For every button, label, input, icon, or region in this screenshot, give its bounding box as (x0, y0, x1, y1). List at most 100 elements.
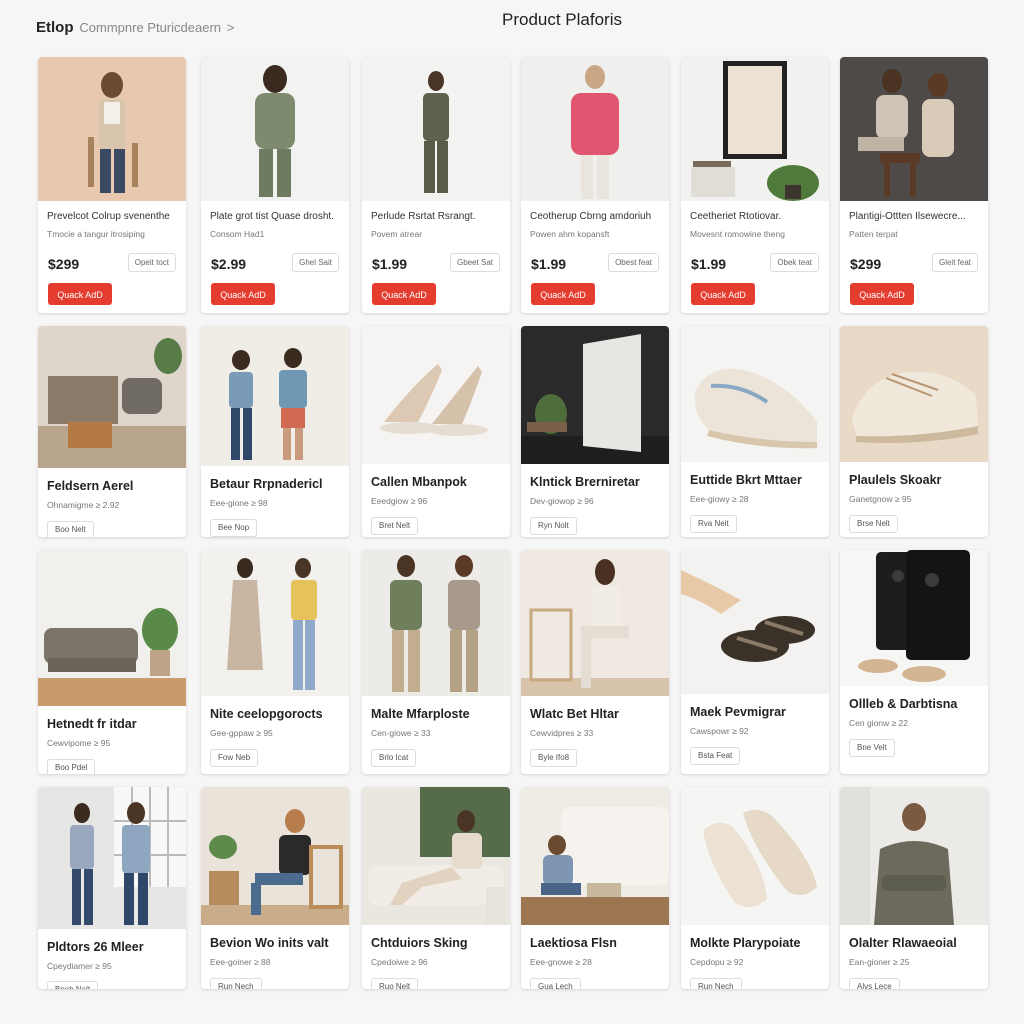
product-card[interactable]: Klntick Brerniretar Dev-giowop ≥ 96 Ryn … (521, 326, 669, 537)
product-image[interactable] (521, 787, 669, 925)
product-title[interactable]: Plantigi-Ottten Ilsewecre... (849, 211, 981, 222)
quick-add-button[interactable]: Quack AdD (48, 283, 112, 305)
product-title[interactable]: Bevion Wo inits valt (210, 936, 342, 950)
details-button[interactable]: Gleit feat (931, 253, 978, 272)
product-image[interactable] (521, 550, 669, 696)
view-button[interactable]: Gua Lech (530, 978, 581, 989)
product-title[interactable]: Maek Pevmigrar (690, 705, 822, 719)
view-button[interactable]: Run Nech (210, 978, 262, 989)
quick-add-button[interactable]: Quack AdD (372, 283, 436, 305)
product-card[interactable]: Perlude Rsrtat Rsrangt. Povem atrear $1.… (362, 57, 510, 313)
product-card[interactable]: Chtduiors Sking Cpedoiwe ≥ 96 Ruo Nelt (362, 787, 510, 989)
view-button[interactable]: Ruo Nelt (371, 978, 419, 989)
product-title[interactable]: Callen Mbanpok (371, 475, 503, 489)
product-image[interactable] (681, 787, 829, 925)
product-image[interactable] (201, 326, 349, 466)
view-button[interactable]: Fow Neb (210, 749, 259, 767)
view-button[interactable]: Bsta Feat (690, 747, 741, 765)
details-button[interactable]: Ghel Sait (292, 253, 339, 272)
details-button[interactable]: Obek teat (770, 253, 819, 272)
view-button[interactable]: Ryn Nolt (530, 517, 577, 535)
quick-add-button[interactable]: Quack AdD (211, 283, 275, 305)
product-image[interactable] (38, 326, 186, 468)
product-card[interactable]: Molkte Plarypoiate Cepdopu ≥ 92 Run Nech (681, 787, 829, 989)
quick-add-button[interactable]: Quack AdD (531, 283, 595, 305)
product-card[interactable]: Ceetheriet Rtotiovar. Movesnt romowine t… (681, 57, 829, 313)
view-button[interactable]: Run Nech (690, 978, 742, 989)
product-image[interactable] (681, 550, 829, 694)
product-title[interactable]: Euttide Bkrt Mttaer (690, 473, 822, 487)
product-card[interactable]: Plate grot tist Quase drosht. Consom Had… (201, 57, 349, 313)
product-title[interactable]: Pldtors 26 Mleer (47, 940, 179, 954)
product-card[interactable]: Ceotherup Cbrng amdoriuh Powen ahm kopan… (521, 57, 669, 313)
product-card[interactable]: Ollleb & Darbtisna Cen gionw ≥ 22 Bne Ve… (840, 550, 988, 774)
view-button[interactable]: Boo Nelt (47, 521, 94, 537)
product-title[interactable]: Feldsern Aerel (47, 479, 179, 493)
product-title[interactable]: Klntick Brerniretar (530, 475, 662, 489)
product-card[interactable]: Bevion Wo inits valt Eee-goiner ≥ 88 Run… (201, 787, 349, 989)
details-button[interactable]: Obest feat (608, 253, 659, 272)
product-card[interactable]: Olalter Rlawaeoial Ean-gioner ≥ 25 Alvs … (840, 787, 988, 989)
product-card[interactable]: Malte Mfarploste Cen-giowe ≥ 33 Brlo Ica… (362, 550, 510, 774)
product-image[interactable] (681, 326, 829, 462)
product-title[interactable]: Hetnedt fr itdar (47, 717, 179, 731)
quick-add-button[interactable]: Quack AdD (691, 283, 755, 305)
product-title[interactable]: Betaur Rrpnadericl (210, 477, 342, 491)
product-image[interactable] (38, 787, 186, 929)
product-title[interactable]: Malte Mfarploste (371, 707, 503, 721)
product-title[interactable]: Wlatc Bet Hltar (530, 707, 662, 721)
view-button[interactable]: Rva Neit (690, 515, 737, 533)
details-button[interactable]: Gbeet Sat (449, 253, 500, 272)
view-button[interactable]: Bee Nop (210, 519, 258, 537)
product-image[interactable] (201, 787, 349, 925)
product-title[interactable]: Chtduiors Sking (371, 936, 503, 950)
view-button[interactable]: Boo Pdel (47, 759, 96, 774)
product-title[interactable]: Prevelcot Colrup svenenthe (47, 211, 179, 222)
product-image[interactable] (362, 550, 510, 696)
product-image[interactable] (362, 57, 510, 201)
product-image[interactable] (840, 326, 988, 462)
product-image[interactable] (840, 550, 988, 686)
product-title[interactable]: Olalter Rlawaeoial (849, 936, 981, 950)
view-button[interactable]: Bnob Nelt (47, 981, 99, 989)
quick-add-button[interactable]: Quack AdD (850, 283, 914, 305)
view-button[interactable]: Alvs Lece (849, 978, 900, 989)
view-button[interactable]: Bret Nelt (371, 517, 419, 535)
product-image[interactable] (362, 326, 510, 464)
product-card[interactable]: Euttide Bkrt Mttaer Eee-giowy ≥ 28 Rva N… (681, 326, 829, 537)
view-button[interactable]: Brse Nelt (849, 515, 898, 533)
product-card[interactable]: Plaulels Skoakr Ganetgnow ≥ 95 Brse Nelt (840, 326, 988, 537)
product-image[interactable] (521, 57, 669, 201)
product-card[interactable]: Callen Mbanpok Eeedgiow ≥ 96 Bret Nelt (362, 326, 510, 537)
product-card[interactable]: Maek Pevmigrar Cawspowr ≥ 92 Bsta Feat (681, 550, 829, 774)
product-title[interactable]: Ceetheriet Rtotiovar. (690, 211, 822, 222)
product-card[interactable]: Laektiosa Flsn Eee-gnowe ≥ 28 Gua Lech (521, 787, 669, 989)
product-image[interactable] (38, 550, 186, 706)
product-card[interactable]: Feldsern Aerel Ohnamigme ≥ 2.92 Boo Nelt (38, 326, 186, 537)
view-button[interactable]: Byle Ifo8 (530, 749, 578, 767)
product-title[interactable]: Ceotherup Cbrng amdoriuh (530, 211, 662, 222)
product-image[interactable] (681, 57, 829, 201)
product-title[interactable]: Laektiosa Flsn (530, 936, 662, 950)
product-image[interactable] (840, 787, 988, 925)
product-image[interactable] (521, 326, 669, 464)
product-title[interactable]: Ollleb & Darbtisna (849, 697, 981, 711)
product-image[interactable] (38, 57, 186, 201)
product-title[interactable]: Plaulels Skoakr (849, 473, 981, 487)
product-title[interactable]: Molkte Plarypoiate (690, 936, 822, 950)
product-card[interactable]: Plantigi-Ottten Ilsewecre... Patten terp… (840, 57, 988, 313)
view-button[interactable]: Bne Velt (849, 739, 895, 757)
product-card[interactable]: Prevelcot Colrup svenenthe Tmocie a tang… (38, 57, 186, 313)
details-button[interactable]: Opeit toct (127, 253, 176, 272)
product-title[interactable]: Perlude Rsrtat Rsrangt. (371, 211, 503, 222)
product-image[interactable] (362, 787, 510, 925)
product-image[interactable] (201, 57, 349, 201)
view-button[interactable]: Brlo Icat (371, 749, 417, 767)
product-card[interactable]: Pldtors 26 Mleer Cpeydiamer ≥ 95 Bnob Ne… (38, 787, 186, 989)
product-title[interactable]: Nite ceelopgorocts (210, 707, 342, 721)
product-title[interactable]: Plate grot tist Quase drosht. (210, 211, 342, 222)
product-image[interactable] (840, 57, 988, 201)
product-card[interactable]: Betaur Rrpnadericl Eee-gione ≥ 98 Bee No… (201, 326, 349, 537)
product-image[interactable] (201, 550, 349, 696)
product-card[interactable]: Nite ceelopgorocts Gee-gppaw ≥ 95 Fow Ne… (201, 550, 349, 774)
